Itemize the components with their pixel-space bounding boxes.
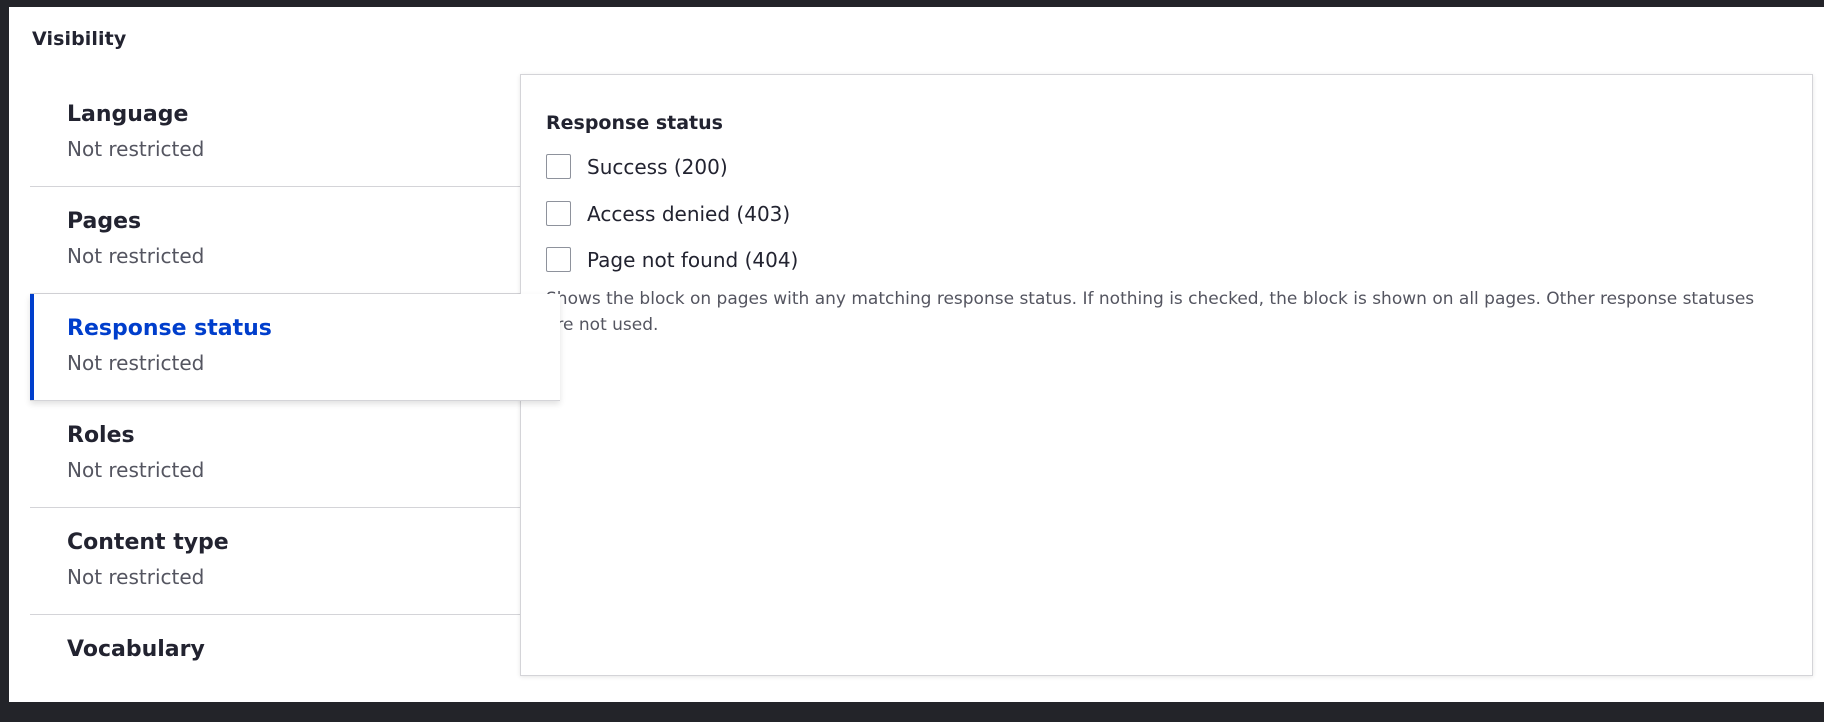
option-page-not-found-404[interactable]: Page not found (404) [546, 247, 798, 272]
tab-language[interactable]: Language Not restricted [30, 80, 542, 187]
tab-vocabulary[interactable]: Vocabulary [30, 615, 542, 722]
tab-summary: Not restricted [67, 565, 205, 589]
tab-summary: Not restricted [67, 351, 205, 375]
tab-title: Vocabulary [67, 637, 205, 662]
option-label: Access denied (403) [587, 201, 791, 226]
tab-title: Pages [67, 209, 142, 234]
checkbox-access-denied-403[interactable] [546, 201, 571, 226]
fieldset-legend: Response status [546, 112, 723, 134]
section-title: Visibility [32, 28, 127, 50]
tab-response-status[interactable]: Response status Not restricted [30, 294, 560, 401]
option-label: Page not found (404) [587, 247, 799, 272]
tab-title: Language [67, 102, 189, 127]
option-label: Success (200) [587, 154, 728, 179]
visibility-settings-panel: Visibility Language Not restricted Pages… [9, 7, 1824, 702]
response-status-pane: Response status Success (200) Access den… [520, 74, 1813, 676]
tab-pages[interactable]: Pages Not restricted [30, 187, 542, 294]
tab-summary: Not restricted [67, 244, 205, 268]
option-success-200[interactable]: Success (200) [546, 154, 728, 179]
tab-title: Response status [67, 316, 272, 341]
vertical-tabs-menu: Language Not restricted Pages Not restri… [30, 80, 560, 722]
checkbox-success-200[interactable] [546, 154, 571, 179]
checkbox-page-not-found-404[interactable] [546, 247, 571, 272]
tab-title: Content type [67, 530, 229, 555]
tab-title: Roles [67, 423, 135, 448]
tab-summary: Not restricted [67, 458, 205, 482]
tab-roles[interactable]: Roles Not restricted [30, 401, 542, 508]
field-description: Shows the block on pages with any matchi… [546, 289, 1755, 335]
tab-summary: Not restricted [67, 137, 205, 161]
tab-content-type[interactable]: Content type Not restricted [30, 508, 542, 615]
option-access-denied-403[interactable]: Access denied (403) [546, 201, 790, 226]
